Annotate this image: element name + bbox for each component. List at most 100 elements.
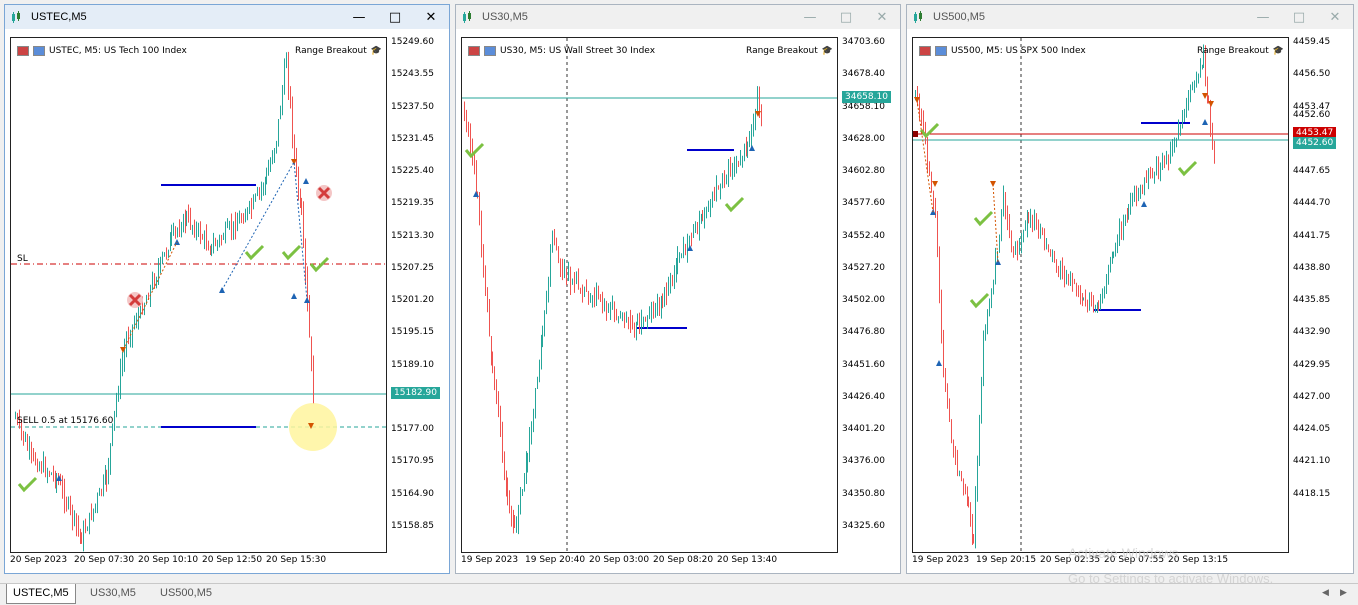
time-tick-label: 19 Sep 2023: [912, 555, 970, 565]
trade-arrow: [1208, 101, 1214, 107]
time-tick-label: 20 Sep 07:30: [74, 555, 135, 565]
price-tick-label: 4441.75: [1293, 230, 1331, 241]
price-tick-label: 15177.00: [391, 424, 434, 434]
window-title: USTEC,M5: [31, 11, 87, 23]
candlestick-icon: [461, 9, 477, 25]
price-tick-label: 4435.85: [1293, 295, 1331, 305]
time-tick-label: 20 Sep 15:30: [266, 555, 327, 565]
price-tick-label: 34350.80: [842, 488, 885, 499]
time-tick-label: 20 Sep 10:10: [138, 555, 199, 565]
price-tick-label: 4424.05: [1293, 424, 1331, 434]
checkmark-icon: [17, 476, 38, 493]
price-tick-label: 34401.20: [842, 424, 885, 434]
time-tick-label: 20 Sep 13:40: [717, 555, 778, 565]
price-tick-label: 15243.55: [391, 69, 434, 80]
chart-window-us30[interactable]: US30,M5 — □ ✕ US30, M5: US Wall Street 3…: [455, 4, 901, 574]
minimize-icon[interactable]: —: [341, 5, 377, 29]
maximize-icon[interactable]: □: [828, 5, 864, 29]
chart-window-ustec[interactable]: USTEC,M5 — □ ✕ USTEC, M5: US Tech 100 In…: [4, 4, 450, 574]
trade-arrow: [291, 293, 297, 299]
price-tick-label: 4459.45: [1293, 37, 1331, 47]
trade-arrow: [1202, 119, 1208, 125]
close-icon[interactable]: ✕: [1317, 5, 1353, 29]
expert-label[interactable]: Range Breakout 🎓: [746, 46, 833, 56]
candlestick-icon: [10, 9, 26, 25]
maximize-icon[interactable]: □: [1281, 5, 1317, 29]
expert-label[interactable]: Range Breakout 🎓: [1197, 46, 1284, 56]
price-chart[interactable]: US30, M5: US Wall Street 30 Index Range …: [461, 37, 838, 553]
window-title-bar[interactable]: USTEC,M5 — □ ✕: [5, 5, 449, 29]
minimize-icon[interactable]: —: [792, 5, 828, 29]
price-axis: 4459.454456.504453.474452.604450.604447.…: [1289, 37, 1349, 557]
time-tick-label: 19 Sep 20:40: [525, 555, 586, 565]
price-tick-label: 15201.20: [391, 295, 434, 305]
expert-label[interactable]: Range Breakout 🎓: [295, 46, 382, 56]
trade-icon: [17, 46, 29, 56]
candlestick-icon: [912, 9, 928, 25]
window-title-bar[interactable]: US500,M5 — □ ✕: [907, 5, 1353, 29]
scroll-left-icon[interactable]: ◀: [1322, 588, 1329, 598]
candles-plot: [913, 38, 1288, 552]
sell-order-label: SELL 0.5 at 15176.60: [17, 416, 114, 426]
tab-us500[interactable]: US500,M5: [154, 584, 218, 604]
trade-link: [916, 99, 934, 213]
price-tick-label: 15213.30: [391, 230, 434, 241]
chart-window-us500[interactable]: US500,M5 — □ ✕ US500, M5: US SPX 500 Ind…: [906, 4, 1354, 574]
price-tick-label: 15195.15: [391, 327, 434, 338]
graduation-cap-icon: 🎓: [821, 46, 833, 56]
price-tick-label: 15170.95: [391, 456, 434, 467]
close-icon[interactable]: ✕: [864, 5, 900, 29]
price-tick-label: 15219.35: [391, 198, 434, 209]
price-tick-label: 15225.40: [391, 166, 434, 176]
graduation-cap-icon: 🎓: [1272, 46, 1284, 56]
trade-arrow: [303, 178, 309, 184]
scroll-right-icon[interactable]: ▶: [1340, 588, 1347, 598]
candles-plot: [462, 38, 837, 552]
price-tick-label: 15207.25: [391, 262, 434, 273]
time-axis: 19 Sep 2023 19 Sep 20:40 20 Sep 03:00 20 Se…: [461, 555, 841, 569]
price-tick-label: 4456.50: [1293, 69, 1331, 80]
time-tick-label: 19 Sep 20:15: [976, 555, 1037, 565]
trade-arrow: [1141, 201, 1147, 207]
chart-caption: USTEC, M5: US Tech 100 Index: [17, 46, 187, 56]
sl-label: SL: [17, 254, 28, 264]
trade-arrow: [473, 191, 479, 197]
price-chart[interactable]: US500, M5: US SPX 500 Index Range Breako…: [912, 37, 1289, 553]
price-tick-label: 34502.00: [842, 295, 885, 305]
minimize-icon[interactable]: —: [1245, 5, 1281, 29]
depth-icon: [484, 46, 496, 56]
tab-ustec[interactable]: USTEC,M5: [6, 584, 76, 604]
ask-marker: [913, 131, 918, 137]
close-icon[interactable]: ✕: [413, 5, 449, 29]
price-tick-label: 34658.10: [842, 101, 885, 112]
candles-plot: [11, 51, 386, 552]
chart-caption: US500, M5: US SPX 500 Index: [919, 46, 1086, 56]
current-price-tag: 15182.90: [391, 387, 440, 399]
checkmark-icon: [244, 244, 265, 261]
window-title-bar[interactable]: US30,M5 — □ ✕: [456, 5, 900, 29]
window-title: US30,M5: [482, 11, 528, 23]
price-tick-label: 15237.50: [391, 101, 434, 112]
price-tick-label: 15249.60: [391, 37, 434, 47]
tab-us30[interactable]: US30,M5: [84, 584, 142, 604]
price-axis: 34703.60 34678.40 34658.10 34628.00 34602.80…: [838, 37, 898, 557]
current-price-tag: 34658.10: [842, 91, 891, 103]
time-tick-label: 20 Sep 2023: [10, 555, 68, 565]
price-tick-label: 4421.10: [1293, 456, 1331, 467]
price-tick-label: 4438.80: [1293, 262, 1331, 273]
price-tick-label: 34476.80: [842, 327, 885, 338]
maximize-icon[interactable]: □: [377, 5, 413, 29]
price-tick-label: 4444.70: [1293, 198, 1331, 209]
price-tick-label: 34376.00: [842, 456, 885, 467]
depth-icon: [33, 46, 45, 56]
time-tick-label: 19 Sep 2023: [461, 555, 519, 565]
trade-link: [221, 160, 308, 301]
price-tick-label: 4432.90: [1293, 327, 1331, 338]
price-tick-label: 15164.90: [391, 488, 434, 499]
price-chart[interactable]: USTEC, M5: US Tech 100 Index Range Break…: [10, 37, 387, 553]
time-tick-label: 20 Sep 12:50: [202, 555, 263, 565]
price-tick-label: 34628.00: [842, 133, 885, 144]
time-tick-label: 20 Sep 08:20: [653, 555, 714, 565]
checkmark-icon: [281, 244, 302, 261]
ea-name: Range Breakout: [1197, 46, 1269, 56]
